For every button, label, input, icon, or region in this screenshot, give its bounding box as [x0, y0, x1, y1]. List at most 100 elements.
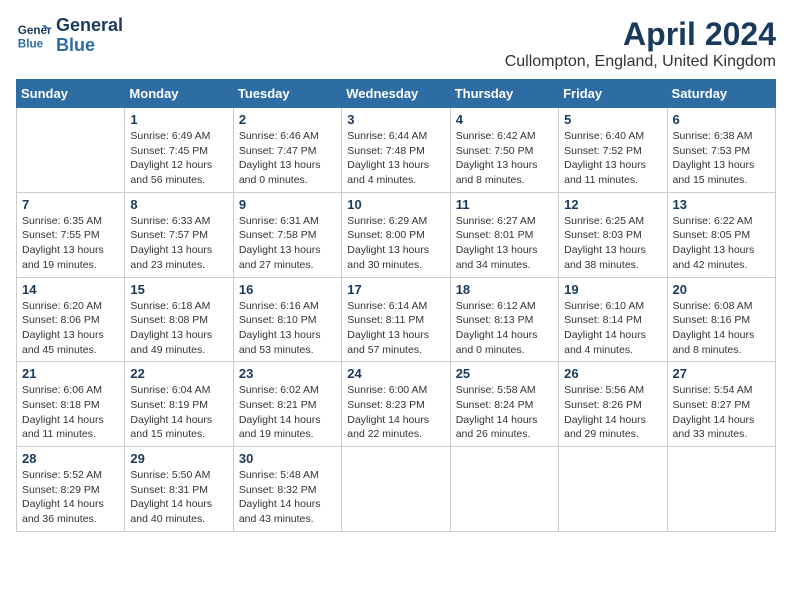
day-info: Sunrise: 6:16 AMSunset: 8:10 PMDaylight … [239, 299, 336, 358]
location: Cullompton, England, United Kingdom [505, 53, 776, 71]
weekday-header-thursday: Thursday [450, 80, 558, 108]
calendar-cell: 8Sunrise: 6:33 AMSunset: 7:57 PMDaylight… [125, 192, 233, 277]
day-info: Sunrise: 6:29 AMSunset: 8:00 PMDaylight … [347, 214, 444, 273]
day-info: Sunrise: 6:49 AMSunset: 7:45 PMDaylight … [130, 129, 227, 188]
day-number: 21 [22, 366, 119, 381]
calendar-cell: 15 Sunrise: 6:18 AMSunset: 8:08 PMDayligh… [125, 277, 233, 362]
calendar-week-1: 1 Sunrise: 6:49 AMSunset: 7:45 PMDaylight… [17, 108, 776, 193]
day-number: 15 [130, 282, 227, 297]
calendar-cell: 7 Sunrise: 6:35 AMSunset: 7:55 PMDaylight… [17, 192, 125, 277]
calendar-cell: 22Sunrise: 6:04 AMSunset: 8:19 PMDayligh… [125, 362, 233, 447]
day-number: 14 [22, 282, 119, 297]
day-number: 2 [239, 112, 336, 127]
day-info: Sunrise: 6:38 AMSunset: 7:53 PMDaylight … [673, 129, 770, 188]
calendar-week-3: 14 Sunrise: 6:20 AMSunset: 8:06 PMDayligh… [17, 277, 776, 362]
logo-icon: General Blue [16, 18, 52, 54]
calendar-cell [667, 447, 775, 532]
day-number: 17 [347, 282, 444, 297]
weekday-header-sunday: Sunday [17, 80, 125, 108]
weekday-header-tuesday: Tuesday [233, 80, 341, 108]
day-info: Sunrise: 5:48 AMSunset: 8:32 PMDaylight … [239, 468, 336, 527]
weekday-header-saturday: Saturday [667, 80, 775, 108]
calendar-cell: 20Sunrise: 6:08 AMSunset: 8:16 PMDayligh… [667, 277, 775, 362]
calendar-cell [342, 447, 450, 532]
day-number: 4 [456, 112, 553, 127]
calendar-cell: 14 Sunrise: 6:20 AMSunset: 8:06 PMDayligh… [17, 277, 125, 362]
day-number: 1 [130, 112, 227, 127]
calendar-week-5: 28 Sunrise: 5:52 AMSunset: 8:29 PMDayligh… [17, 447, 776, 532]
day-number: 25 [456, 366, 553, 381]
day-info: Sunrise: 6:02 AMSunset: 8:21 PMDaylight … [239, 383, 336, 442]
calendar-cell: 21 Sunrise: 6:06 AMSunset: 8:18 PMDayligh… [17, 362, 125, 447]
day-number: 26 [564, 366, 661, 381]
calendar-cell: 4 Sunrise: 6:42 AMSunset: 7:50 PMDaylight… [450, 108, 558, 193]
day-number: 10 [347, 197, 444, 212]
day-info: Sunrise: 5:54 AMSunset: 8:27 PMDaylight … [673, 383, 770, 442]
day-info: Sunrise: 6:31 AMSunset: 7:58 PMDaylight … [239, 214, 336, 273]
calendar-cell: 5 Sunrise: 6:40 AMSunset: 7:52 PMDaylight… [559, 108, 667, 193]
day-info: Sunrise: 6:44 AMSunset: 7:48 PMDaylight … [347, 129, 444, 188]
day-info: Sunrise: 5:56 AMSunset: 8:26 PMDaylight … [564, 383, 661, 442]
day-info: Sunrise: 6:35 AMSunset: 7:55 PMDaylight … [22, 214, 119, 273]
calendar-cell [559, 447, 667, 532]
day-info: Sunrise: 6:10 AMSunset: 8:14 PMDaylight … [564, 299, 661, 358]
day-number: 13 [673, 197, 770, 212]
day-info: Sunrise: 6:04 AMSunset: 8:19 PMDaylight … [130, 383, 227, 442]
calendar-cell: 24 Sunrise: 6:00 AMSunset: 8:23 PMDayligh… [342, 362, 450, 447]
day-info: Sunrise: 5:58 AMSunset: 8:24 PMDaylight … [456, 383, 553, 442]
calendar-cell: 3 Sunrise: 6:44 AMSunset: 7:48 PMDaylight… [342, 108, 450, 193]
day-number: 28 [22, 451, 119, 466]
weekday-header-friday: Friday [559, 80, 667, 108]
calendar-cell: 28 Sunrise: 5:52 AMSunset: 8:29 PMDayligh… [17, 447, 125, 532]
calendar-table: SundayMondayTuesdayWednesdayThursdayFrid… [16, 79, 776, 532]
page-header: General Blue General Blue April 2024 Cul… [16, 16, 776, 71]
calendar-cell: 25 Sunrise: 5:58 AMSunset: 8:24 PMDayligh… [450, 362, 558, 447]
day-number: 24 [347, 366, 444, 381]
day-info: Sunrise: 5:52 AMSunset: 8:29 PMDaylight … [22, 468, 119, 527]
svg-text:General: General [18, 24, 52, 37]
calendar-cell: 6 Sunrise: 6:38 AMSunset: 7:53 PMDaylight… [667, 108, 775, 193]
day-number: 16 [239, 282, 336, 297]
day-info: Sunrise: 6:46 AMSunset: 7:47 PMDaylight … [239, 129, 336, 188]
day-number: 29 [130, 451, 227, 466]
day-number: 5 [564, 112, 661, 127]
day-info: Sunrise: 6:18 AMSunset: 8:08 PMDaylight … [130, 299, 227, 358]
day-number: 7 [22, 197, 119, 212]
day-info: Sunrise: 6:12 AMSunset: 8:13 PMDaylight … [456, 299, 553, 358]
calendar-cell: 17 Sunrise: 6:14 AMSunset: 8:11 PMDayligh… [342, 277, 450, 362]
calendar-cell: 30 Sunrise: 5:48 AMSunset: 8:32 PMDayligh… [233, 447, 341, 532]
calendar-week-2: 7 Sunrise: 6:35 AMSunset: 7:55 PMDaylight… [17, 192, 776, 277]
day-info: Sunrise: 6:27 AMSunset: 8:01 PMDaylight … [456, 214, 553, 273]
calendar-cell: 19 Sunrise: 6:10 AMSunset: 8:14 PMDayligh… [559, 277, 667, 362]
weekday-header-row: SundayMondayTuesdayWednesdayThursdayFrid… [17, 80, 776, 108]
day-info: Sunrise: 6:40 AMSunset: 7:52 PMDaylight … [564, 129, 661, 188]
day-info: Sunrise: 6:08 AMSunset: 8:16 PMDaylight … [673, 299, 770, 358]
day-info: Sunrise: 6:06 AMSunset: 8:18 PMDaylight … [22, 383, 119, 442]
day-info: Sunrise: 6:42 AMSunset: 7:50 PMDaylight … [456, 129, 553, 188]
day-number: 11 [456, 197, 553, 212]
day-info: Sunrise: 6:20 AMSunset: 8:06 PMDaylight … [22, 299, 119, 358]
calendar-cell: 26 Sunrise: 5:56 AMSunset: 8:26 PMDayligh… [559, 362, 667, 447]
day-info: Sunrise: 6:14 AMSunset: 8:11 PMDaylight … [347, 299, 444, 358]
calendar-cell: 9 Sunrise: 6:31 AMSunset: 7:58 PMDaylight… [233, 192, 341, 277]
day-info: Sunrise: 6:00 AMSunset: 8:23 PMDaylight … [347, 383, 444, 442]
calendar-cell [450, 447, 558, 532]
calendar-cell [17, 108, 125, 193]
calendar-cell: 23 Sunrise: 6:02 AMSunset: 8:21 PMDayligh… [233, 362, 341, 447]
calendar-cell: 13Sunrise: 6:22 AMSunset: 8:05 PMDayligh… [667, 192, 775, 277]
day-number: 9 [239, 197, 336, 212]
day-number: 3 [347, 112, 444, 127]
weekday-header-wednesday: Wednesday [342, 80, 450, 108]
day-number: 23 [239, 366, 336, 381]
calendar-cell: 29Sunrise: 5:50 AMSunset: 8:31 PMDayligh… [125, 447, 233, 532]
day-info: Sunrise: 6:25 AMSunset: 8:03 PMDaylight … [564, 214, 661, 273]
day-number: 19 [564, 282, 661, 297]
calendar-week-4: 21 Sunrise: 6:06 AMSunset: 8:18 PMDayligh… [17, 362, 776, 447]
month-title: April 2024 [505, 16, 776, 53]
calendar-cell: 11 Sunrise: 6:27 AMSunset: 8:01 PMDayligh… [450, 192, 558, 277]
svg-text:Blue: Blue [18, 37, 44, 50]
day-number: 30 [239, 451, 336, 466]
calendar-cell: 2 Sunrise: 6:46 AMSunset: 7:47 PMDaylight… [233, 108, 341, 193]
logo: General Blue General Blue [16, 16, 123, 56]
day-number: 6 [673, 112, 770, 127]
